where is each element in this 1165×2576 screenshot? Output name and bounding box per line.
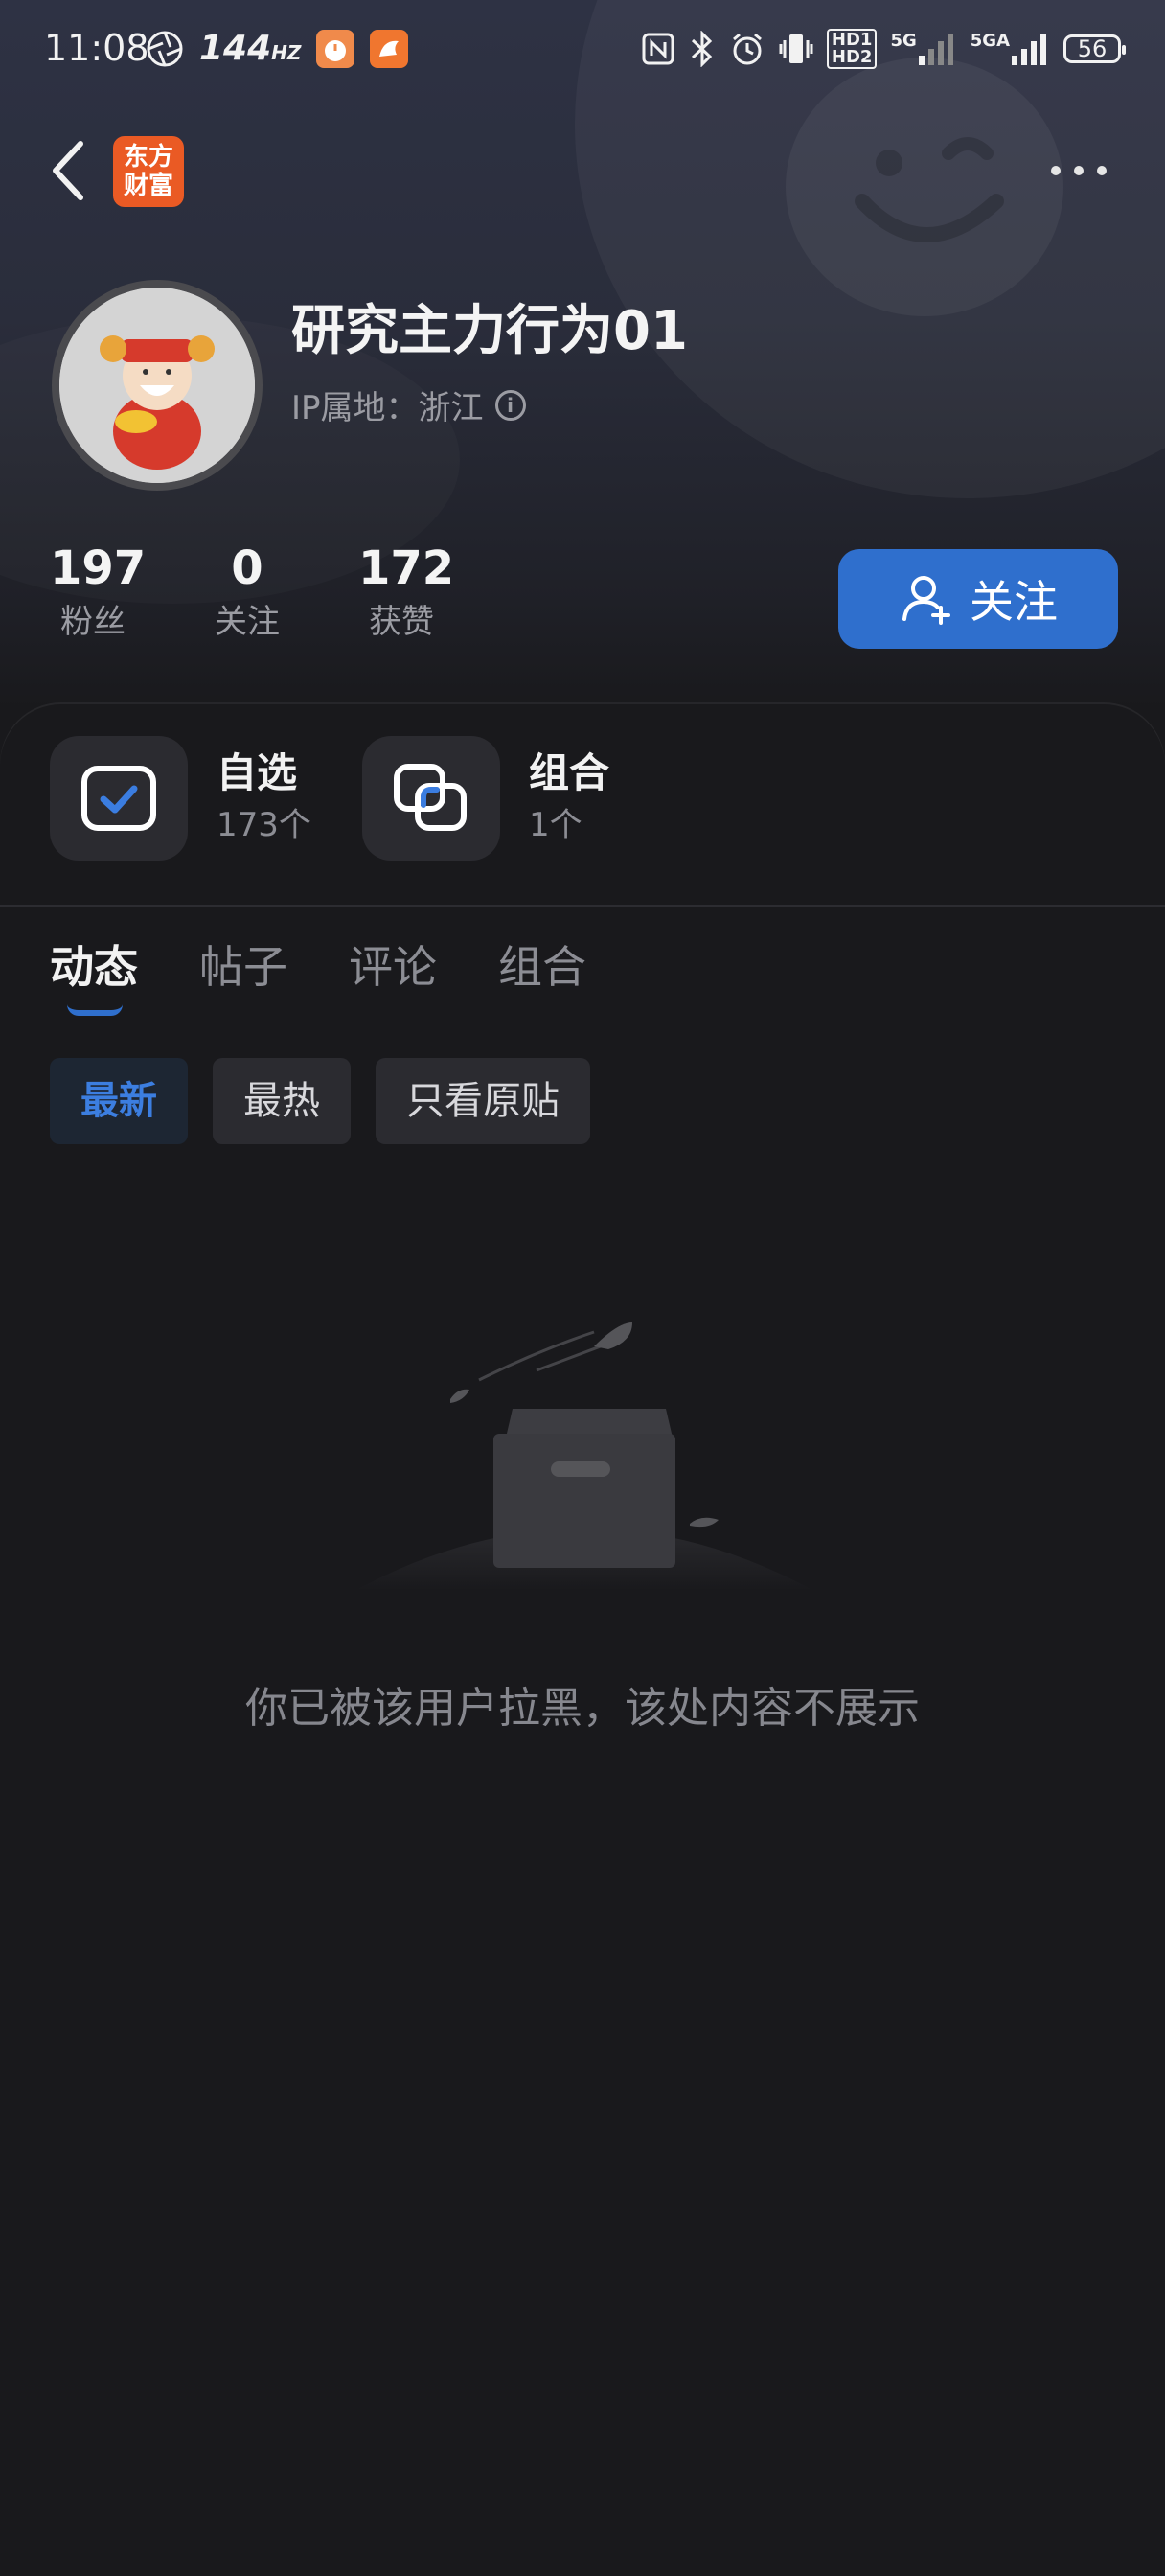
stat-likes[interactable]: 172 获赞 [358,539,455,646]
signal-5ga: 5GA [971,33,1050,65]
tab-label: 动态 [50,941,138,993]
back-button[interactable] [46,134,94,207]
tab-label: 组合 [498,941,586,993]
ip-location: IP属地：浙江 i [291,381,526,428]
ip-location-text: IP属地：浙江 [291,389,484,427]
avatar-image [59,288,255,483]
shortcut-portfolio[interactable]: 组合 1个 [362,736,609,861]
shortcut-text: 自选 173个 [217,747,311,850]
stat-fans[interactable]: 197 粉丝 [50,539,147,646]
portfolio-icon [362,736,500,861]
stat-label: 粉丝 [60,603,126,641]
more-options-button[interactable] [1044,153,1113,188]
avatar[interactable] [52,280,263,491]
more-dot-icon [1074,166,1084,175]
shortcut-title: 自选 [217,749,298,796]
alarm-icon [732,33,762,65]
status-right-icons: HD1 HD2 5G 5GA 56 [641,29,1126,69]
stat-value: 172 [358,541,455,595]
info-icon[interactable]: i [494,389,526,421]
hd-badge: HD1 HD2 [826,29,878,69]
tab-active-indicator [67,1004,123,1016]
stat-label: 关注 [215,603,280,641]
battery-indicator: 56 [1063,34,1126,63]
empty-state-message: 你已被该用户拉黑，该处内容不展示 [245,1684,920,1733]
empty-box-illustration [354,1322,814,1591]
tab-posts[interactable]: 帖子 [199,930,287,1022]
bird-app-icon [370,29,409,68]
stat-label: 获赞 [369,603,434,641]
checkbox-icon [50,736,188,861]
filter-hot[interactable]: 最热 [213,1058,351,1144]
stat-value: 0 [231,541,263,595]
timer-app-icon [316,29,355,68]
follow-button[interactable]: 关注 [838,549,1118,649]
tab-portfolio[interactable]: 组合 [498,930,586,1022]
shortcut-watchlist[interactable]: 自选 173个 [50,736,311,861]
shortcut-title: 组合 [529,749,610,796]
refresh-rate: 144HZ [199,29,302,68]
chevron-left-icon [53,141,83,200]
stat-following[interactable]: 0 关注 [204,539,290,646]
section-divider [0,905,1165,907]
logo-line1: 东方 [123,143,173,172]
stat-value: 197 [50,541,147,595]
username: 研究主力行为01 [291,300,688,362]
more-dot-icon [1097,166,1107,175]
shortcut-text: 组合 1个 [529,747,609,850]
filter-original-only[interactable]: 只看原贴 [376,1058,590,1144]
tab-bar: 动态 帖子 评论 组合 [50,930,586,1022]
tab-label: 评论 [349,941,437,993]
tab-label: 帖子 [199,941,287,993]
bluetooth-icon [691,31,713,67]
nfc-icon [642,33,674,65]
filter-latest[interactable]: 最新 [50,1058,188,1144]
tab-comments[interactable]: 评论 [349,930,437,1022]
logo-line2: 财富 [123,172,173,200]
add-user-icon [902,576,950,625]
shortcut-subtitle: 173个 [217,806,311,844]
aperture-icon [147,31,183,66]
filter-bar: 最新 最热 只看原贴 [50,1058,590,1144]
follow-label: 关注 [970,576,1058,628]
status-time: 11:08 [44,27,149,69]
tab-dynamics[interactable]: 动态 [50,930,138,1022]
status-left-icons: 144HZ [146,29,409,68]
vibrate-icon [779,34,813,63]
shortcut-subtitle: 1个 [529,806,582,844]
app-logo: 东方 财富 [113,136,184,207]
status-bar: 11:08 144HZ HD1 HD2 5G 5GA 56 [0,0,1165,104]
signal-5g: 5G [890,33,956,65]
more-dot-icon [1051,166,1061,175]
